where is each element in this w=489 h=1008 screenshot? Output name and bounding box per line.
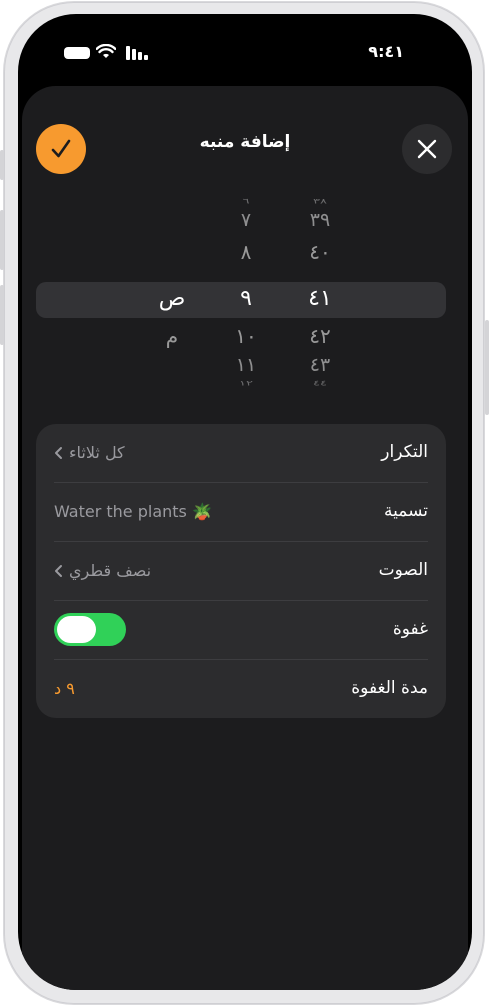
repeat-row[interactable]: التكرار كل ثلاثاء	[36, 424, 446, 482]
side-button	[0, 285, 4, 345]
picker-hour[interactable]: ١٢	[216, 379, 276, 387]
picker-minute[interactable]: ٣٨	[290, 197, 350, 205]
picker-minute[interactable]: ٤٠	[290, 240, 350, 264]
wifi-icon	[95, 43, 117, 64]
label-label: تسمية	[384, 501, 428, 521]
chevron-left-icon	[55, 446, 62, 459]
picker-minute[interactable]: ٤٢	[290, 324, 350, 348]
picker-hour[interactable]: ٦	[216, 197, 276, 205]
toggle-knob	[57, 616, 96, 643]
snooze-row: غفوة	[36, 601, 446, 659]
snooze-toggle[interactable]	[54, 613, 126, 646]
label-value[interactable]: Water the plants 🪴	[54, 502, 212, 521]
picker-hour[interactable]: ٧	[216, 209, 276, 231]
snooze-duration-value[interactable]: ٩ د	[54, 679, 75, 698]
picker-hour[interactable]: ١١	[216, 354, 276, 376]
side-button	[485, 320, 489, 415]
picker-hour[interactable]: ١٠	[216, 324, 276, 348]
snooze-duration-row[interactable]: مدة الغفوة ٩ د	[36, 660, 446, 718]
close-button[interactable]	[402, 124, 452, 174]
repeat-label: التكرار	[381, 442, 428, 462]
battery-icon	[64, 47, 90, 59]
chevron-left-icon	[55, 564, 62, 577]
side-button	[0, 210, 4, 270]
label-value-wrap: Water the plants 🪴	[54, 502, 212, 521]
sound-value: نصف قطري	[69, 561, 152, 580]
picker-hour[interactable]: ٨	[216, 240, 276, 264]
sound-row[interactable]: الصوت نصف قطري	[36, 542, 446, 600]
picker-ampm-selected[interactable]: ص	[142, 286, 202, 311]
sound-value-wrap: نصف قطري	[54, 561, 151, 580]
picker-minute[interactable]: ٤٤	[290, 379, 350, 387]
snooze-duration-label: مدة الغفوة	[351, 678, 428, 698]
picker-ampm[interactable]: م	[142, 324, 202, 348]
picker-hour-selected[interactable]: ٩	[216, 286, 276, 311]
signal-icon	[126, 45, 148, 64]
picker-minute[interactable]: ٣٩	[290, 209, 350, 231]
label-row[interactable]: تسمية Water the plants 🪴	[36, 483, 446, 541]
repeat-value: كل ثلاثاء	[69, 443, 125, 462]
snooze-duration-value-wrap: ٩ د	[54, 679, 75, 698]
status-time: ٩:٤١	[368, 42, 404, 61]
snooze-label: غفوة	[392, 619, 428, 639]
phone-screen: ٩:٤١ إضافة منبه ٣٨ ٣٩ ٤٠ ٤١ ٤٢ ٤٣ ٤٤ ٦ ٧…	[18, 14, 472, 990]
sound-label: الصوت	[378, 560, 428, 580]
picker-minute-selected[interactable]: ٤١	[290, 286, 350, 311]
side-button	[0, 150, 4, 180]
alarm-settings-group: التكرار كل ثلاثاء تسمية Water the plants…	[36, 424, 446, 718]
picker-minute[interactable]: ٤٣	[290, 354, 350, 376]
add-alarm-sheet: إضافة منبه ٣٨ ٣٩ ٤٠ ٤١ ٤٢ ٤٣ ٤٤ ٦ ٧ ٨ ٩ …	[22, 86, 468, 990]
repeat-value-wrap: كل ثلاثاء	[54, 443, 125, 462]
close-icon	[417, 139, 437, 159]
